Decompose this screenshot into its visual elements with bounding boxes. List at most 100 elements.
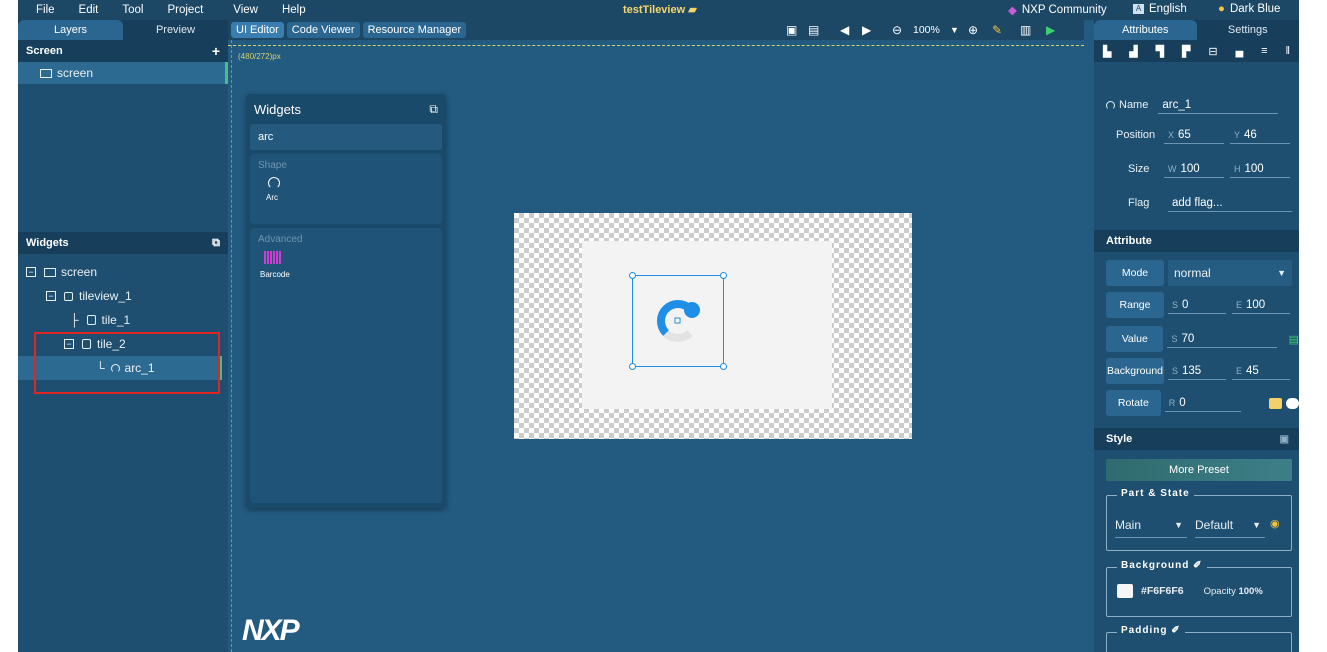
tree-node-screen[interactable]: − screen xyxy=(18,260,228,284)
popout-icon[interactable]: ⧉ xyxy=(429,102,438,117)
selection-box[interactable] xyxy=(629,272,727,370)
name-input[interactable]: arc_1 xyxy=(1158,97,1279,114)
w-label: W xyxy=(1168,163,1177,174)
menu-view[interactable]: View xyxy=(233,4,258,16)
resize-handle-tr[interactable] xyxy=(720,272,727,279)
menu-help[interactable]: Help xyxy=(282,4,306,16)
editor-toolbar: UI Editor Code Viewer Resource Manager ▣… xyxy=(228,20,1084,40)
palette-icon: ● xyxy=(1218,3,1225,15)
tree-node-tile-1[interactable]: ├ tile_1 xyxy=(18,308,228,332)
color-swatch[interactable] xyxy=(1117,584,1133,598)
state-select[interactable]: Default ▼ xyxy=(1195,512,1265,538)
toggle-switch[interactable] xyxy=(1285,397,1299,409)
code-icon[interactable]: ▥ xyxy=(1020,23,1031,37)
image-icon[interactable] xyxy=(1268,397,1282,409)
barcode-widget-item[interactable]: Barcode xyxy=(250,251,442,279)
barcode-icon xyxy=(264,251,282,264)
zoom-out-icon[interactable]: ⊖ xyxy=(892,23,902,37)
zoom-in-icon[interactable]: ⊕ xyxy=(968,23,978,37)
zoom-level[interactable]: 100% xyxy=(913,24,940,36)
menu-project[interactable]: Project xyxy=(167,4,203,16)
y-input[interactable]: Y 46 xyxy=(1230,127,1290,144)
background-color-field[interactable]: #F6F6F6 Opacity 100% xyxy=(1117,584,1263,598)
x-value: 65 xyxy=(1178,128,1191,141)
send-back-icon[interactable]: ▤ xyxy=(808,23,819,37)
opacity-field[interactable]: Opacity 100% xyxy=(1204,586,1263,597)
tab-preview[interactable]: Preview xyxy=(123,20,228,40)
tab-attributes[interactable]: Attributes xyxy=(1094,20,1197,40)
theme-select[interactable]: ● Dark Blue xyxy=(1218,3,1280,15)
play-icon[interactable]: ▶ xyxy=(1046,23,1055,37)
community-link[interactable]: ◆ NXP Community xyxy=(1008,3,1107,17)
widgets-header: Widgets ⧉ xyxy=(18,232,228,254)
tree-node-tileview[interactable]: − tileview_1 xyxy=(18,284,228,308)
advanced-section: Advanced Barcode xyxy=(250,228,442,503)
part-value: Main xyxy=(1115,517,1142,532)
rotate-input[interactable]: R0 xyxy=(1164,395,1241,412)
align-bottom-icon[interactable]: ▄ xyxy=(1235,45,1243,57)
popout-icon[interactable]: ⧉ xyxy=(212,237,220,250)
bg-end-value: 45 xyxy=(1246,364,1259,377)
align-right-icon[interactable]: ▜ xyxy=(1156,45,1164,58)
add-screen-button[interactable]: + xyxy=(212,43,220,59)
range-start-input[interactable]: S0 xyxy=(1168,297,1226,314)
chevron-down-icon[interactable]: ▼ xyxy=(950,25,959,35)
collapse-icon[interactable]: − xyxy=(26,267,36,277)
height-input[interactable]: H 100 xyxy=(1230,161,1290,178)
range-end-input[interactable]: E 100 xyxy=(1232,297,1290,314)
bg-end-input[interactable]: E 45 xyxy=(1232,363,1290,380)
y-value: 46 xyxy=(1244,128,1257,141)
align-center-icon[interactable]: ▟ xyxy=(1129,45,1137,58)
align-left-icon[interactable]: ▙ xyxy=(1103,45,1111,58)
width-input[interactable]: W 100 xyxy=(1164,161,1224,178)
menu-edit[interactable]: Edit xyxy=(79,4,99,16)
vertical-ruler xyxy=(228,40,232,652)
tab-resource-manager[interactable]: Resource Manager xyxy=(362,22,467,38)
x-input[interactable]: X 65 xyxy=(1164,127,1224,144)
undo-icon[interactable]: ◀ xyxy=(840,23,849,37)
align-middle-icon[interactable]: ⊟ xyxy=(1208,45,1217,58)
rotate-row: Rotate R0 xyxy=(1094,386,1299,420)
menu-file[interactable]: File xyxy=(36,4,55,16)
redo-icon[interactable]: ▶ xyxy=(862,23,871,37)
slider-icon[interactable]: ▤ xyxy=(1289,333,1299,346)
bg-start-input[interactable]: S 135 xyxy=(1168,363,1226,380)
resize-handle-tl[interactable] xyxy=(629,272,636,279)
language-icon: A xyxy=(1133,4,1144,14)
screen-header-label: Screen xyxy=(26,45,63,57)
more-preset-button[interactable]: More Preset xyxy=(1106,459,1292,481)
bring-front-icon[interactable]: ▣ xyxy=(786,23,797,37)
barcode-widget-label: Barcode xyxy=(260,270,290,279)
menu-tool[interactable]: Tool xyxy=(122,4,143,16)
tab-settings[interactable]: Settings xyxy=(1197,20,1300,40)
align-top-icon[interactable]: ▛ xyxy=(1182,45,1190,58)
value-input[interactable]: S 70 xyxy=(1167,331,1277,348)
e-label: E xyxy=(1236,365,1243,376)
distribute-v-icon[interactable]: ‖ xyxy=(1285,45,1290,57)
collapse-icon[interactable]: − xyxy=(46,291,56,301)
s-label: S xyxy=(1172,299,1179,310)
resize-handle-br[interactable] xyxy=(720,363,727,370)
h-label: H xyxy=(1234,163,1241,174)
language-select[interactable]: A English xyxy=(1133,3,1187,15)
palette-title: Widgets xyxy=(254,101,301,117)
highlight-annotation xyxy=(34,332,220,394)
arc-widget-item[interactable]: Arc xyxy=(250,177,442,202)
widget-search-input[interactable]: arc xyxy=(250,124,442,150)
broom-icon[interactable]: ✎ xyxy=(992,23,1002,37)
eye-icon[interactable]: ◉ xyxy=(1270,517,1280,530)
value-row: Value S 70 ▤ xyxy=(1094,322,1299,356)
range-end-value: 100 xyxy=(1246,298,1266,311)
tab-ui-editor[interactable]: UI Editor xyxy=(231,22,284,38)
mode-select[interactable]: normal ▼ xyxy=(1168,260,1292,286)
save-icon[interactable]: ▣ xyxy=(1280,434,1289,445)
part-select[interactable]: Main ▼ xyxy=(1115,512,1187,538)
part-state-title: Part & State xyxy=(1117,488,1194,499)
distribute-h-icon[interactable]: ≡ xyxy=(1261,45,1267,57)
tab-layers[interactable]: Layers xyxy=(18,20,123,40)
screen-list-item[interactable]: screen xyxy=(18,62,228,84)
menu-bar: File Edit Tool Project View Help testTil… xyxy=(18,0,1299,20)
resize-handle-bl[interactable] xyxy=(629,363,636,370)
add-flag-input[interactable]: add flag... xyxy=(1168,195,1292,212)
tab-code-viewer[interactable]: Code Viewer xyxy=(286,22,360,38)
